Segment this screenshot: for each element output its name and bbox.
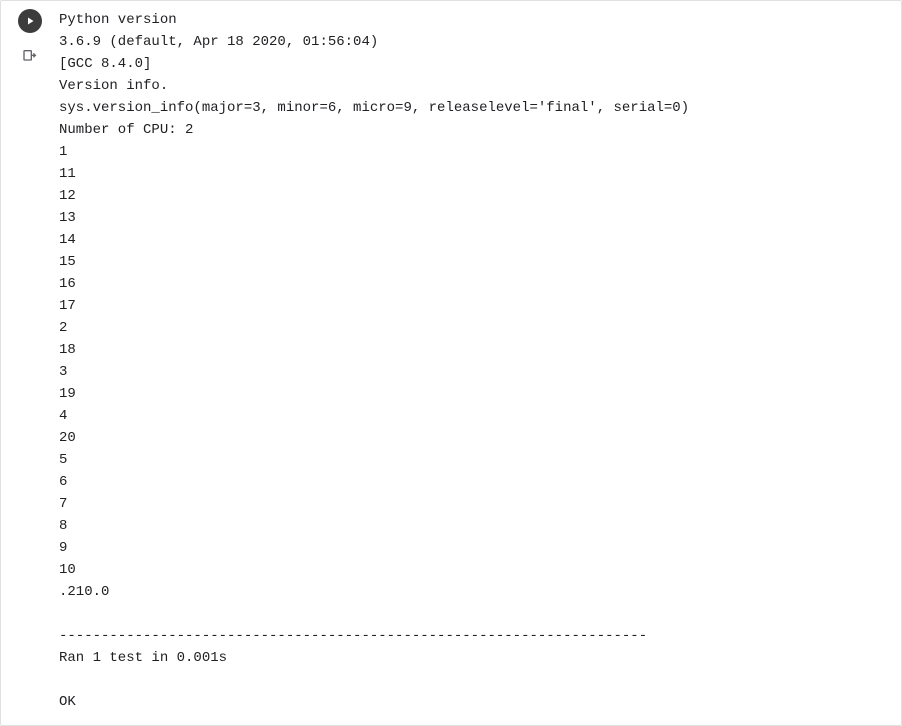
run-cell-button[interactable]: [18, 9, 42, 33]
cell-output: Python version 3.6.9 (default, Apr 18 20…: [59, 1, 901, 725]
output-indicator-icon: [21, 47, 39, 65]
notebook-cell: Python version 3.6.9 (default, Apr 18 20…: [0, 0, 902, 726]
cell-gutter: [1, 1, 59, 725]
play-icon: [24, 15, 36, 27]
